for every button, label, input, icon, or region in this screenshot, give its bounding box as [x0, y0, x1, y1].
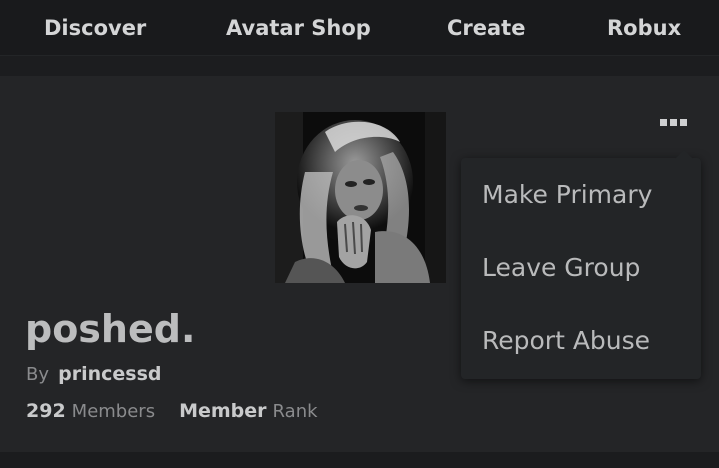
nav-avatar-shop[interactable]: Avatar Shop: [226, 0, 371, 56]
group-header-card: Make Primary Leave Group Report Abuse po…: [0, 76, 719, 452]
more-options-icon-dot: [670, 119, 677, 126]
menu-item-report-abuse[interactable]: Report Abuse: [461, 304, 701, 377]
menu-item-make-primary[interactable]: Make Primary: [461, 158, 701, 231]
group-emblem-image: [275, 112, 446, 283]
page-bottom-strip: [0, 452, 719, 468]
group-options-dropdown: Make Primary Leave Group Report Abuse: [461, 150, 701, 379]
menu-item-leave-group[interactable]: Leave Group: [461, 231, 701, 304]
rank-value: Member: [179, 400, 267, 422]
more-options-icon-dot: [680, 119, 687, 126]
nav-discover[interactable]: Discover: [44, 0, 146, 56]
members-label: Members: [71, 401, 156, 422]
more-options-icon: [660, 119, 667, 126]
header-gap: [0, 56, 719, 76]
top-navigation-bar: Discover Avatar Shop Create Robux: [0, 0, 719, 56]
owner-link[interactable]: princessd: [58, 363, 161, 385]
group-stats: 292 Members Member Rank: [26, 397, 318, 426]
rank-label: Rank: [272, 401, 318, 422]
more-options-button[interactable]: [655, 112, 695, 134]
nav-create[interactable]: Create: [447, 0, 525, 56]
nav-robux[interactable]: Robux: [607, 0, 681, 56]
group-name: poshed.: [25, 307, 196, 351]
by-label: By: [26, 364, 50, 385]
group-owner-line: By princessd: [26, 360, 162, 389]
members-count: 292: [26, 400, 66, 422]
